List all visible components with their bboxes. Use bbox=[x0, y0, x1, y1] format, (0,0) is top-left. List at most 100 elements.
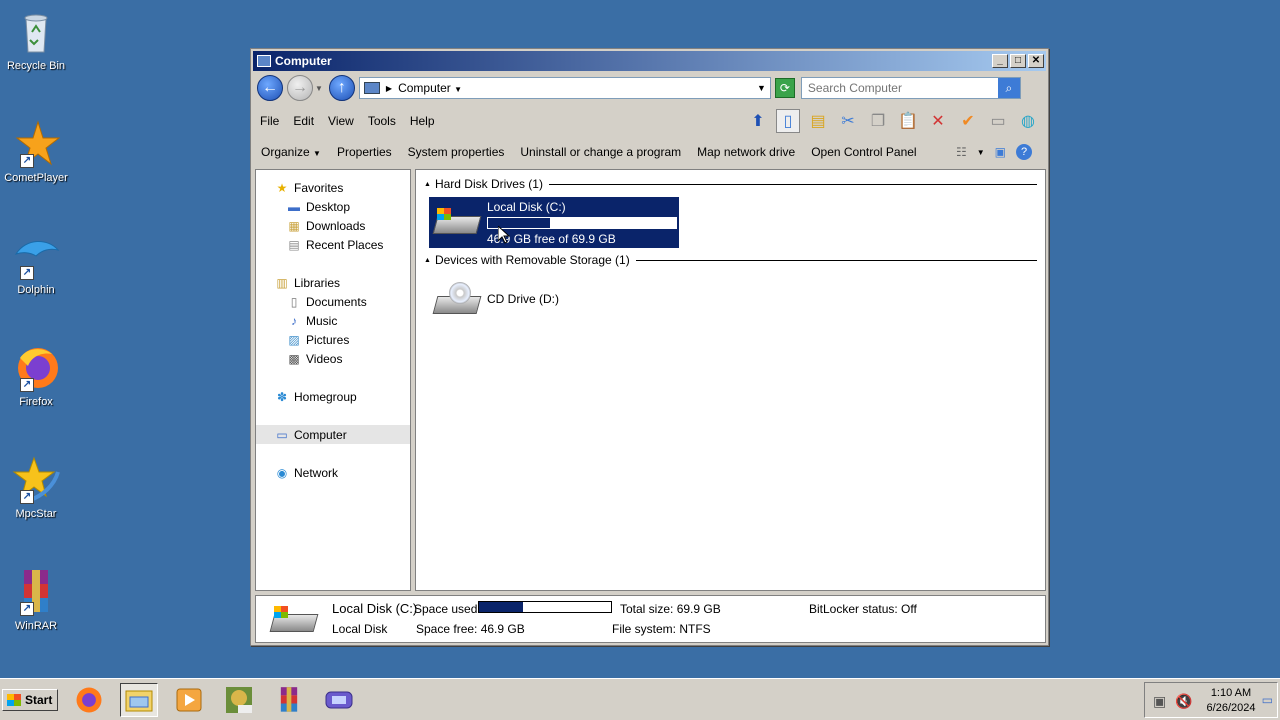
menu-file[interactable]: File bbox=[253, 114, 286, 128]
desktop-icon-mpcstar[interactable]: ↗ MpcStar bbox=[2, 456, 70, 520]
preview-pane-toggle-icon[interactable]: ▣ bbox=[995, 145, 1006, 159]
desktop-icon-dolphin[interactable]: ↗ Dolphin bbox=[2, 232, 70, 296]
group-header-hard-disk-drives[interactable]: ▲ Hard Disk Drives (1) bbox=[424, 176, 1037, 192]
drive-cd-d[interactable]: CD Drive (D:) bbox=[429, 276, 629, 322]
desktop-icon-recycle-bin[interactable]: Recycle Bin bbox=[2, 8, 70, 72]
nav-downloads[interactable]: ▦ Downloads bbox=[256, 216, 410, 235]
folder-options-icon[interactable]: ▤ bbox=[806, 109, 830, 133]
nav-homegroup[interactable]: ✽ Homegroup bbox=[256, 387, 410, 406]
taskbar-firefox[interactable] bbox=[70, 683, 108, 717]
nav-pictures[interactable]: ▨ Pictures bbox=[256, 330, 410, 349]
desktop-icon-label: Recycle Bin bbox=[6, 60, 66, 72]
properties-icon[interactable]: ▭ bbox=[986, 109, 1010, 133]
nav-desktop[interactable]: ▬ Desktop bbox=[256, 197, 410, 216]
breadcrumb-label: Computer bbox=[398, 81, 451, 95]
refresh-button[interactable]: ⟳ bbox=[774, 78, 795, 98]
nav-label: Favorites bbox=[294, 180, 344, 195]
recycle-bin-icon bbox=[12, 8, 60, 56]
map-network-drive-button[interactable]: Map network drive bbox=[689, 145, 803, 159]
up-button[interactable]: ↑ bbox=[328, 75, 355, 101]
shortcut-arrow-icon: ↗ bbox=[20, 490, 34, 504]
menu-view[interactable]: View bbox=[321, 114, 361, 128]
breadcrumb-arrow-icon[interactable]: ▶ bbox=[386, 84, 392, 93]
system-properties-button[interactable]: System properties bbox=[400, 145, 513, 159]
uninstall-button[interactable]: Uninstall or change a program bbox=[512, 145, 689, 159]
nav-music[interactable]: ♪ Music bbox=[256, 311, 410, 330]
navigation-pane[interactable]: ★ Favorites ▬ Desktop ▦ Downloads ▤ Recent P… bbox=[255, 169, 411, 591]
close-button[interactable]: ✕ bbox=[1028, 54, 1044, 68]
delete-icon[interactable]: ✕ bbox=[926, 109, 950, 133]
collapse-triangle-icon: ▲ bbox=[424, 180, 431, 188]
nav-label: Documents bbox=[306, 294, 367, 309]
nav-recent-places[interactable]: ▤ Recent Places bbox=[256, 235, 410, 254]
nav-network[interactable]: ◉ Network bbox=[256, 463, 410, 482]
details-bitlocker-status: BitLocker status: Off bbox=[809, 602, 917, 616]
cut-icon[interactable]: ✂ bbox=[836, 109, 860, 133]
nav-videos[interactable]: ▩ Videos bbox=[256, 349, 410, 368]
drive-usage-bar bbox=[487, 216, 677, 229]
title-bar[interactable]: Computer _ □ ✕ bbox=[253, 51, 1046, 71]
menu-edit[interactable]: Edit bbox=[286, 114, 321, 128]
taskbar-box-app[interactable] bbox=[220, 683, 258, 717]
search-input[interactable] bbox=[807, 81, 998, 95]
back-button[interactable]: ← bbox=[257, 75, 283, 101]
nav-documents[interactable]: ▯ Documents bbox=[256, 292, 410, 311]
drive-name: CD Drive (D:) bbox=[487, 292, 559, 306]
show-desktop-icon[interactable]: ▭ bbox=[1262, 693, 1273, 707]
desktop-icon-winrar[interactable]: ↗ WinRAR bbox=[2, 568, 70, 632]
command-bar: Organize ▼ Properties System properties … bbox=[253, 139, 1046, 165]
search-box[interactable]: ⌕ bbox=[800, 77, 1021, 99]
copy-icon[interactable]: ❐ bbox=[866, 109, 890, 133]
start-button[interactable]: Start bbox=[2, 688, 58, 711]
preview-pane-icon[interactable]: ▯ bbox=[776, 109, 800, 133]
explorer-folder-icon bbox=[125, 690, 153, 711]
network-status-icon[interactable]: ▣ bbox=[1153, 693, 1166, 710]
search-icon[interactable]: ⌕ bbox=[997, 78, 1020, 98]
clock[interactable]: 1:10 AM 6/26/2024 bbox=[1201, 686, 1261, 716]
desktop-icon-label: Firefox bbox=[19, 396, 53, 408]
collapse-triangle-icon: ▲ bbox=[424, 256, 431, 264]
taskbar-media-player[interactable] bbox=[170, 683, 208, 717]
shortcut-arrow-icon: ↗ bbox=[20, 602, 34, 616]
recent-pages-dropdown[interactable]: ▼ bbox=[315, 84, 323, 93]
nav-computer[interactable]: ▭ Computer bbox=[256, 425, 410, 444]
menu-tools[interactable]: Tools bbox=[361, 114, 403, 128]
details-usage-bar bbox=[478, 601, 612, 613]
view-dropdown-icon[interactable]: ▼ bbox=[977, 148, 985, 157]
volume-muted-icon[interactable]: 🔇 bbox=[1175, 693, 1192, 710]
breadcrumb-computer[interactable]: Computer ▼ bbox=[398, 81, 757, 95]
drive-free-space: 46.9 GB free of 69.9 GB bbox=[487, 231, 616, 246]
up-folder-icon[interactable]: ⬆ bbox=[746, 109, 770, 133]
maximize-button[interactable]: □ bbox=[1010, 54, 1026, 68]
organize-button[interactable]: Organize ▼ bbox=[253, 145, 329, 159]
details-file-system: File system: NTFS bbox=[612, 622, 711, 636]
desktop-icon-firefox[interactable]: ↗ Firefox bbox=[2, 344, 70, 408]
address-field[interactable]: ▶ Computer ▼ ▼ bbox=[358, 77, 771, 99]
address-dropdown-icon[interactable]: ▼ bbox=[757, 83, 766, 93]
desktop-icon-cometplayer[interactable]: ↗ CometPlayer bbox=[2, 120, 70, 184]
taskbar-winrar[interactable] bbox=[270, 683, 308, 717]
paste-icon[interactable]: 📋 bbox=[896, 109, 920, 133]
documents-icon: ▯ bbox=[290, 294, 298, 309]
minimize-button[interactable]: _ bbox=[992, 54, 1008, 68]
details-usage-fill bbox=[479, 602, 523, 612]
open-control-panel-button[interactable]: Open Control Panel bbox=[803, 145, 924, 159]
change-view-icon[interactable]: ☷ bbox=[956, 145, 967, 159]
recent-places-icon: ▤ bbox=[288, 237, 300, 252]
forward-button[interactable]: → bbox=[287, 75, 313, 101]
details-drive-name: Local Disk (C:) bbox=[332, 601, 418, 616]
taskbar-gamepad-app[interactable] bbox=[320, 683, 358, 717]
checkmark-icon[interactable]: ✔ bbox=[956, 109, 980, 133]
properties-button[interactable]: Properties bbox=[329, 145, 400, 159]
shortcut-arrow-icon: ↗ bbox=[20, 266, 34, 280]
help-icon[interactable]: ? bbox=[1016, 144, 1032, 160]
nav-favorites[interactable]: ★ Favorites bbox=[256, 178, 410, 197]
nav-libraries[interactable]: ▥ Libraries bbox=[256, 273, 410, 292]
group-divider bbox=[548, 183, 1037, 185]
taskbar-explorer[interactable] bbox=[120, 682, 158, 717]
menu-help[interactable]: Help bbox=[403, 114, 442, 128]
group-header-removable-storage[interactable]: ▲ Devices with Removable Storage (1) bbox=[424, 252, 1037, 268]
drive-local-disk-c[interactable]: Local Disk (C:) 46.9 GB free of 69.9 GB bbox=[429, 197, 679, 248]
media-player-icon bbox=[176, 688, 202, 711]
web-icon[interactable]: ◍ bbox=[1016, 109, 1040, 133]
